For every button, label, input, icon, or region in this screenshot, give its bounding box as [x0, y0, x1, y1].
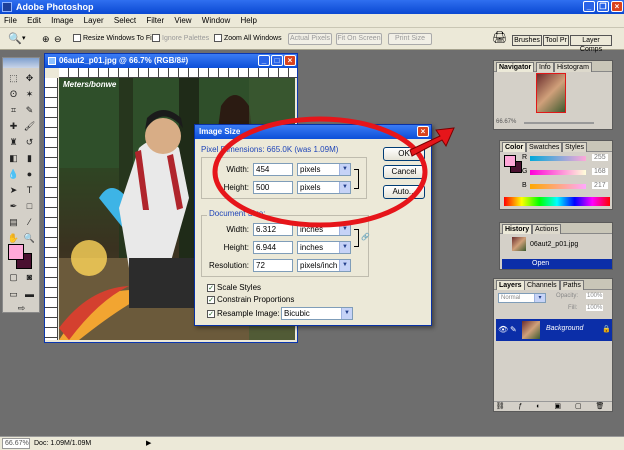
foreground-color-swatch[interactable]	[8, 244, 24, 260]
status-menu-arrow-icon[interactable]: ▶	[146, 437, 151, 450]
status-bar: 66.67% Doc: 1.09M/1.09M ▶	[0, 436, 624, 450]
color-fg-swatch[interactable]	[504, 155, 516, 167]
status-doc-size: Doc: 1.09M/1.09M	[34, 440, 92, 447]
pointer-arrow-icon	[409, 127, 455, 157]
annotation-overlay	[212, 116, 455, 228]
status-zoom[interactable]: 66.67%	[2, 438, 30, 449]
highlight-ellipse	[212, 116, 428, 228]
